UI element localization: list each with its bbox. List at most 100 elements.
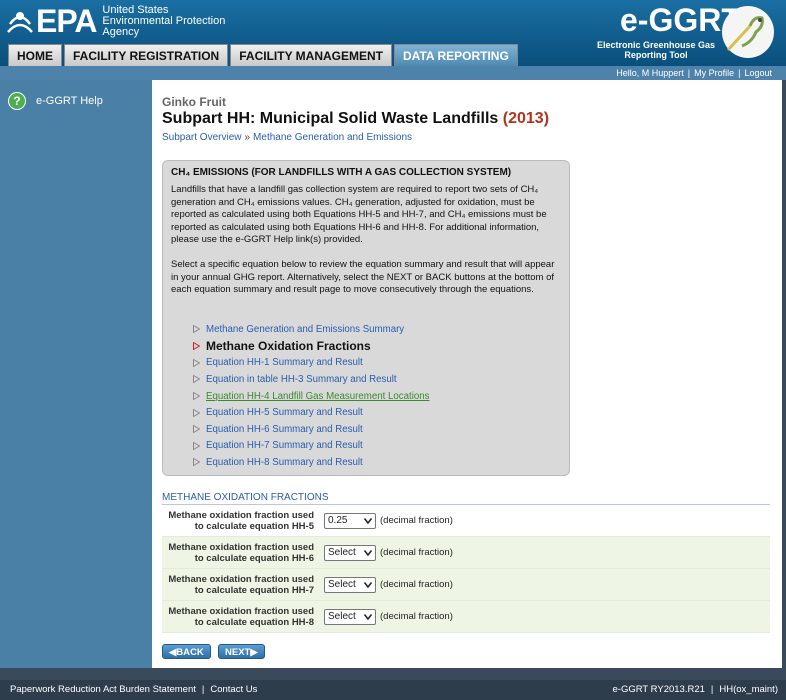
oxidation-fraction-select-hh8[interactable]: Select [324, 608, 376, 625]
info-heading: CH₄ EMISSIONS (FOR LANDFILLS WITH A GAS … [171, 167, 512, 178]
field-label-line-2: to calculate equation HH-7 [194, 584, 314, 596]
equation-link-label: Equation in table HH-3 Summary and Resul… [206, 373, 397, 385]
main-content: Ginko Fruit Subpart HH: Municipal Solid … [152, 80, 782, 668]
select-value: Select [328, 610, 356, 622]
breadcrumb-separator: » [244, 132, 251, 143]
equation-link[interactable]: Equation HH-7 Summary and Result [193, 438, 429, 455]
divider: | [710, 684, 714, 695]
breadcrumb-subpart-overview[interactable]: Subpart Overview [162, 132, 241, 143]
info-paragraph-2: Select a specific equation below to revi… [171, 258, 555, 296]
equation-link-label: Equation HH-7 Summary and Result [206, 440, 363, 452]
equation-link[interactable]: Equation HH-6 Summary and Result [193, 421, 429, 438]
tab-data-reporting[interactable]: DATA REPORTING [394, 44, 518, 66]
play-arrow-icon [193, 408, 200, 417]
eggrt-subtitle: Electronic Greenhouse Gas Reporting Tool [596, 40, 716, 60]
logout-link[interactable]: Logout [744, 68, 772, 78]
form-row-hh8: Methane oxidation fraction used to calcul… [162, 601, 770, 633]
form-row-hh7: Methane oxidation fraction used to calcul… [162, 569, 770, 601]
tab-home[interactable]: HOME [8, 44, 62, 66]
epa-logo[interactable]: EPA United States Environmental Protecti… [6, 4, 225, 38]
unit-label: (decimal fraction) [380, 515, 453, 526]
oxidation-fraction-select-hh7[interactable]: Select [324, 576, 376, 593]
divider: | [687, 68, 691, 78]
my-profile-link[interactable]: My Profile [694, 68, 734, 78]
unit-label: (decimal fraction) [380, 579, 453, 590]
footer-left: Paperwork Reduction Act Burden Statement… [10, 680, 257, 700]
breadcrumb-methane-generation[interactable]: Methane Generation and Emissions [253, 132, 412, 143]
eggrt-logo: e-GGRT Electronic Greenhouse Gas Reporti… [596, 2, 776, 62]
chevron-down-icon [364, 581, 372, 588]
field-label-line-1: Methane oxidation fraction used [168, 541, 314, 553]
equation-link-current: Methane Oxidation Fractions [193, 338, 429, 355]
tab-facility-management[interactable]: FACILITY MANAGEMENT [230, 44, 393, 66]
current-arrow-icon [193, 342, 200, 351]
eggrt-subtitle-line-2: Reporting Tool [624, 50, 688, 60]
unit-label: (decimal fraction) [380, 611, 453, 622]
field-label-line-1: Methane oxidation fraction used [168, 509, 314, 521]
main-nav: HOME FACILITY REGISTRATION FACILITY MANA… [8, 44, 518, 66]
page-footer: Paperwork Reduction Act Burden Statement… [0, 680, 786, 700]
form-section-heading: METHANE OXIDATION FRACTIONS [162, 492, 770, 505]
equation-link[interactable]: Equation in table HH-3 Summary and Resul… [193, 371, 429, 388]
eggrt-help-link[interactable]: ? e-GGRT Help [8, 92, 103, 110]
field-label-line-2: to calculate equation HH-5 [194, 520, 314, 532]
page-header: EPA United States Environmental Protecti… [0, 0, 786, 66]
chevron-down-icon [364, 517, 372, 524]
divider: | [201, 684, 205, 695]
agency-line-1: United States [102, 3, 169, 16]
equation-link-list: Methane Generation and Emissions Summary… [193, 321, 429, 471]
select-value: Select [328, 546, 356, 558]
info-paragraph-1: Landfills that have a landfill gas colle… [171, 184, 547, 246]
play-arrow-icon [193, 392, 200, 401]
footer-right: e-GGRT RY2013.R21 | HH(ox_maint) [613, 680, 779, 700]
oxidation-fraction-form: Methane oxidation fraction used to calcul… [162, 505, 770, 633]
equation-link[interactable]: Equation HH-5 Summary and Result [193, 404, 429, 421]
oxidation-fraction-select-hh5[interactable]: 0.25 [324, 512, 376, 529]
field-label: Methane oxidation fraction used to calcul… [162, 574, 322, 596]
play-arrow-icon [193, 458, 200, 467]
paperwork-link[interactable]: Paperwork Reduction Act Burden Statement [10, 684, 196, 695]
play-arrow-icon [193, 325, 200, 334]
epa-wordmark: EPA [36, 3, 97, 39]
help-icon: ? [8, 92, 26, 110]
divider: | [738, 68, 741, 78]
play-arrow-icon [193, 375, 200, 384]
equation-link-label: Equation HH-6 Summary and Result [206, 423, 363, 435]
equation-link-label: Methane Oxidation Fractions [206, 339, 371, 354]
sidebar: ? e-GGRT Help [0, 80, 152, 668]
agency-line-2: Environmental Protection [102, 14, 226, 27]
back-button[interactable]: ◀BACK [162, 644, 211, 659]
equation-link[interactable]: Equation HH-8 Summary and Result [193, 454, 429, 471]
oxidation-fraction-select-hh6[interactable]: Select [324, 544, 376, 561]
form-row-hh6: Methane oxidation fraction used to calcul… [162, 537, 770, 569]
field-label: Methane oxidation fraction used to calcul… [162, 542, 322, 564]
contact-us-link[interactable]: Contact Us [210, 684, 257, 695]
chevron-down-icon [364, 613, 372, 620]
next-button[interactable]: NEXT▶ [218, 644, 265, 659]
field-label-line-1: Methane oxidation fraction used [168, 605, 314, 617]
equation-link[interactable]: Methane Generation and Emissions Summary [193, 321, 429, 338]
user-greeting: Hello, M Huppert [616, 68, 684, 78]
facility-name: Ginko Fruit [162, 95, 226, 109]
select-value: 0.25 [328, 514, 348, 526]
form-row-hh5: Methane oxidation fraction used to calcul… [162, 505, 770, 537]
field-label-line-2: to calculate equation HH-8 [194, 616, 314, 628]
tab-facility-registration[interactable]: FACILITY REGISTRATION [64, 44, 229, 66]
server-label: HH(ox_maint) [719, 684, 778, 695]
help-label: e-GGRT Help [36, 95, 103, 107]
play-arrow-icon [193, 441, 200, 450]
reporting-year: (2013) [502, 110, 550, 127]
equation-link-visited[interactable]: Equation HH-4 Landfill Gas Measurement L… [193, 388, 429, 405]
page-title-text: Subpart HH: Municipal Solid Waste Landfi… [162, 110, 503, 127]
chevron-down-icon [364, 549, 372, 556]
equation-link-label: Methane Generation and Emissions Summary [206, 323, 405, 335]
heron-logo-icon [722, 6, 774, 58]
unit-label: (decimal fraction) [380, 547, 453, 558]
page-title: Subpart HH: Municipal Solid Waste Landfi… [162, 110, 549, 128]
user-bar: Hello, M Huppert | My Profile | Logout [0, 66, 786, 80]
equation-link[interactable]: Equation HH-1 Summary and Result [193, 355, 429, 372]
equation-link-label: Equation HH-4 Landfill Gas Measurement L… [206, 390, 430, 402]
equation-link-label: Equation HH-8 Summary and Result [206, 456, 363, 468]
epa-flower-icon [7, 12, 33, 33]
play-arrow-icon [193, 425, 200, 434]
